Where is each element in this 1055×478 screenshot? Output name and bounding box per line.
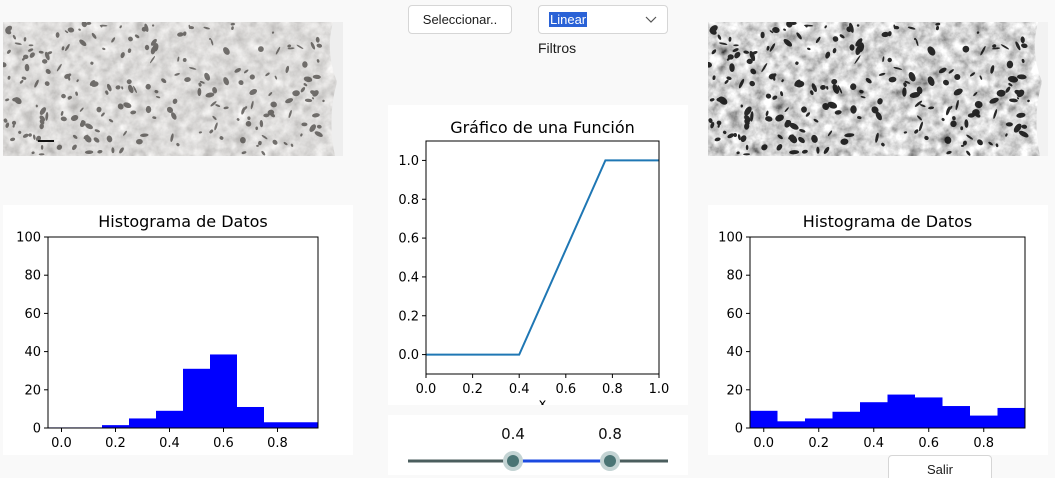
histogram-original: Histograma de Datos 0 20 40 60 80 100 0.0 0.2 0.4…: [3, 205, 353, 455]
hist-left-ytick-label: 40: [24, 345, 41, 360]
function-xtick-label: 0.4: [509, 382, 530, 397]
function-ytick-label: 0.2: [398, 309, 419, 324]
original-image-texture: [3, 22, 343, 156]
slider-low-handle-core: [507, 455, 519, 467]
range-slider-panel: 0.4 0.8: [388, 415, 688, 475]
histogram-filtered-chart: Histograma de Datos 0 20 40 60 80 100 0.0 0.2 0.4…: [718, 212, 1026, 451]
hist-left-xtick-label: 0.4: [159, 436, 180, 451]
function-chart: Gráfico de una Función 0.0 0.2 0.4 0.6 0.8 1.0…: [388, 105, 688, 405]
hist-right-bar: [832, 411, 860, 428]
function-ytick-label: 0.4: [398, 270, 419, 285]
function-xtick-label: 1.0: [649, 382, 670, 397]
hist-right-bar: [750, 410, 778, 428]
filter-dropdown-value: Linear: [549, 12, 588, 27]
histogram-original-chart: Histograma de Datos 0 20 40 60 80 100 0.0 0.2 0.4…: [16, 212, 319, 451]
hist-right-bar: [997, 407, 1025, 428]
function-chart-svg: Gráfico de una Función 0.0 0.2 0.4 0.6 0.8 1.0…: [398, 118, 670, 405]
hist-left-bar: [183, 368, 210, 428]
function-ytick-label: 0.8: [398, 193, 419, 208]
hist-left-bar: [156, 410, 183, 428]
hist-right-bar: [887, 394, 915, 428]
function-xtick-label: 0.8: [602, 382, 623, 397]
hist-right-xtick-label: 0.2: [808, 436, 829, 451]
hist-right-xtick-label: 0.8: [973, 436, 994, 451]
slider-high-value: 0.8: [598, 425, 622, 443]
slider-low-value: 0.4: [501, 425, 525, 443]
hist-left-xtick-label: 0.0: [51, 436, 72, 451]
select-file-button[interactable]: Seleccionar..: [408, 5, 512, 34]
hist-left-ytick-label: 0: [33, 422, 41, 437]
hist-left-title: Histograma de Datos: [98, 212, 268, 231]
hist-left-ytick-label: 60: [24, 307, 41, 322]
function-xtick-label: 0.6: [555, 382, 576, 397]
hist-left-bar: [264, 422, 291, 428]
exit-button[interactable]: Salir: [888, 455, 992, 478]
hist-left-bar: [291, 422, 318, 428]
hist-left-bar: [129, 418, 156, 428]
range-slider[interactable]: 0.4 0.8: [388, 415, 688, 475]
function-xtick-label: 0.2: [462, 382, 483, 397]
function-xlabel: x: [539, 397, 547, 405]
original-image: [3, 22, 343, 156]
function-xtick-label: 0.0: [416, 382, 437, 397]
function-chart-title: Gráfico de una Función: [450, 118, 635, 137]
hist-right-xtick-label: 0.4: [863, 436, 884, 451]
hist-right-xtick-label: 0.6: [918, 436, 939, 451]
hist-right-bar: [860, 402, 888, 428]
filtered-image-texture: [708, 22, 1048, 156]
hist-right-ytick-label: 60: [726, 307, 743, 322]
hist-left-xtick-label: 0.2: [105, 436, 126, 451]
slider-high-handle-core: [604, 455, 616, 467]
filter-dropdown[interactable]: Linear: [538, 5, 668, 34]
hist-right-ytick-label: 100: [718, 231, 743, 246]
hist-right-ytick-label: 40: [726, 345, 743, 360]
hist-right-bar: [777, 421, 805, 428]
hist-right-xtick-label: 0.0: [753, 436, 774, 451]
hist-right-title: Histograma de Datos: [803, 212, 973, 231]
hist-left-ytick-label: 100: [16, 231, 41, 246]
hist-left-ytick-label: 20: [24, 383, 41, 398]
function-ytick-label: 0.0: [398, 348, 419, 363]
hist-left-bar: [237, 406, 264, 428]
hist-left-bar: [210, 354, 237, 428]
hist-right-bar: [915, 397, 943, 428]
hist-right-ytick-label: 0: [735, 422, 743, 437]
hist-right-bar: [942, 406, 970, 428]
hist-right-bar: [805, 418, 833, 428]
function-line: [426, 159, 659, 356]
chevron-down-icon: [645, 16, 657, 23]
filtered-image: [708, 22, 1048, 156]
hist-right-ytick-label: 20: [726, 383, 743, 398]
function-frame: [425, 140, 660, 375]
hist-left-ytick-label: 80: [24, 269, 41, 284]
histogram-filtered: Histograma de Datos 0 20 40 60 80 100 0.0 0.2 0.4…: [708, 205, 1048, 455]
hist-right-ytick-label: 80: [726, 269, 743, 284]
function-ytick-label: 1.0: [398, 154, 419, 169]
hist-right-bar: [970, 415, 998, 428]
hist-left-xtick-label: 0.6: [213, 436, 234, 451]
function-ytick-label: 0.6: [398, 232, 419, 247]
filters-label: Filtros: [538, 40, 577, 56]
hist-left-xtick-label: 0.8: [267, 436, 288, 451]
